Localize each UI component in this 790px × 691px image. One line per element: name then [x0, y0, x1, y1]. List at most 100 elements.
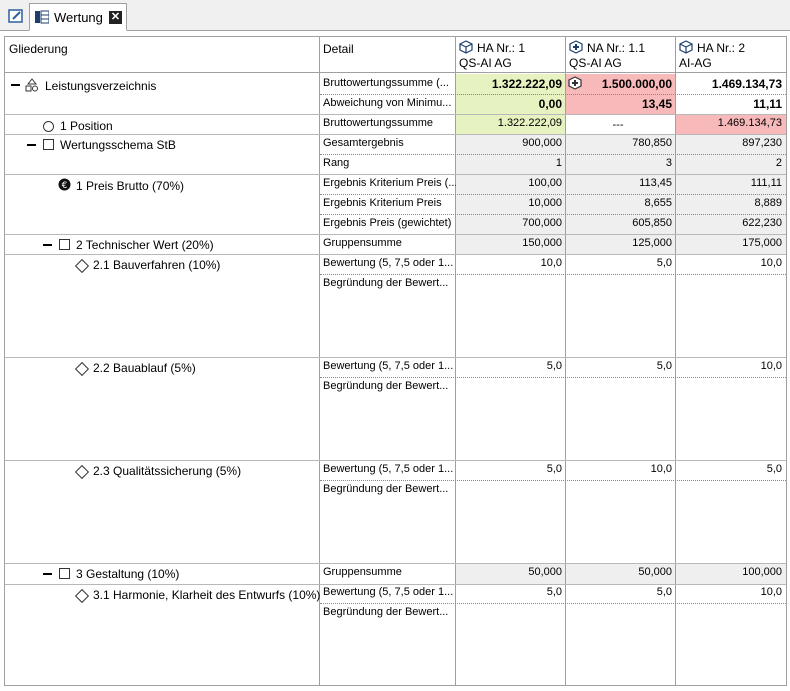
row-divider	[5, 584, 786, 585]
collapse-icon[interactable]	[43, 244, 52, 246]
bidder-name: QS-AI AG	[569, 56, 622, 70]
value-cell-harmonie[interactable]: 5,0	[456, 586, 562, 598]
value-cell-bauverf[interactable]: 10,0	[456, 257, 562, 269]
sub-divider	[320, 480, 786, 481]
bidder-number: HA Nr.: 2	[697, 41, 746, 55]
value-cell-techn-gruppe[interactable]: 150,000	[456, 237, 562, 249]
value-cell-lv-abw[interactable]: 13,45	[566, 97, 672, 111]
sub-divider	[320, 274, 786, 275]
value-cell-quali[interactable]: 10,0	[566, 463, 672, 475]
value-cell-krit[interactable]: 8,655	[566, 197, 672, 209]
edit-view-icon[interactable]	[8, 8, 24, 24]
value-cell-rang[interactable]: 2	[676, 157, 782, 169]
close-icon[interactable]: ✕	[109, 11, 122, 24]
value-cell-krit[interactable]: 10,000	[456, 197, 562, 209]
collapse-icon[interactable]	[11, 84, 20, 86]
sub-divider	[320, 154, 786, 155]
tree-item-leistungsverzeichnis[interactable]: Leistungsverzeichnis	[45, 79, 156, 93]
group-icon	[59, 239, 70, 250]
criterion-icon	[74, 361, 90, 377]
sub-divider	[320, 603, 786, 604]
value-cell-rang[interactable]: 1	[456, 157, 562, 169]
value-cell-bauabl[interactable]: 10,0	[676, 360, 782, 372]
value-cell-pos-bws[interactable]: ---	[564, 119, 672, 131]
value-cell-lv-bws[interactable]: 1.322.222,09	[456, 77, 562, 91]
row-divider	[5, 460, 786, 461]
value-cell-quali[interactable]: 5,0	[676, 463, 782, 475]
value-cell-bauabl[interactable]: 5,0	[456, 360, 562, 372]
tree-item-harmonie[interactable]: 3.1 Harmonie, Klarheit des Entwurfs (10%…	[93, 588, 320, 602]
collapse-icon[interactable]	[43, 573, 52, 575]
bidder-number: NA Nr.: 1.1	[587, 41, 646, 55]
value-cell-gesamt[interactable]: 900,000	[456, 137, 562, 149]
criterion-icon	[74, 588, 90, 604]
value-cell-krit-pct[interactable]: 113,45	[566, 177, 672, 189]
euro-icon: €	[58, 178, 71, 191]
tree-item-gestaltung[interactable]: 3 Gestaltung (10%)	[76, 567, 179, 581]
tree-item-qualitaetssicherung[interactable]: 2.3 Qualitätssicherung (5%)	[93, 464, 241, 478]
column-header-bidder-2[interactable]: NA Nr.: 1.1 QS-AI AG	[566, 37, 676, 73]
value-cell-preis-gew[interactable]: 700,000	[456, 217, 562, 229]
table-columns-icon	[35, 10, 49, 24]
detail-label: Bewertung (5, 7,5 oder 1...	[323, 463, 454, 475]
tree-item-wertungsschema[interactable]: Wertungsschema StB	[60, 138, 176, 152]
detail-label: Ergebnis Kriterium Preis	[323, 197, 442, 209]
column-header-bidder-1[interactable]: HA Nr.: 1 QS-AI AG	[456, 37, 566, 73]
bidder-name: QS-AI AG	[459, 56, 512, 70]
detail-label: Ergebnis Preis (gewichtet)	[323, 217, 452, 229]
column-header-gliederung[interactable]: Gliederung	[9, 42, 68, 56]
criterion-icon	[74, 464, 90, 480]
tree-item-bauverfahren[interactable]: 2.1 Bauverfahren (10%)	[93, 258, 220, 272]
value-cell-krit-pct[interactable]: 100,00	[456, 177, 562, 189]
value-cell-harmonie[interactable]: 5,0	[566, 586, 672, 598]
value-cell-gestalt-gruppe[interactable]: 50,000	[456, 566, 562, 578]
tree-item-bauablauf[interactable]: 2.2 Bauablauf (5%)	[93, 361, 196, 375]
collapse-icon[interactable]	[27, 144, 36, 146]
value-cell-pos-bws[interactable]: 1.322.222,09	[456, 117, 562, 129]
criterion-icon	[74, 258, 90, 274]
detail-label: Ergebnis Kriterium Preis (...	[323, 177, 456, 189]
value-cell-preis-gew[interactable]: 605,850	[566, 217, 672, 229]
value-cell-pos-bws[interactable]: 1.469.134,73	[676, 117, 782, 129]
value-cell-gestalt-gruppe[interactable]: 50,000	[566, 566, 672, 578]
value-cell-krit-pct[interactable]: 111,11	[676, 177, 782, 189]
row-divider	[5, 563, 786, 564]
detail-label: Begründung der Bewert...	[323, 606, 449, 618]
value-cell-lv-bws[interactable]: 1.500.000,00	[566, 77, 672, 91]
value-cell-techn-gruppe[interactable]: 125,000	[566, 237, 672, 249]
detail-label: Gruppensumme	[323, 566, 402, 578]
sub-divider	[320, 194, 786, 195]
column-header-bidder-3[interactable]: HA Nr.: 2 AI-AG	[676, 37, 786, 73]
tab-bar: Wertung ✕	[0, 0, 790, 31]
sub-divider	[320, 94, 786, 95]
row-divider	[5, 357, 786, 358]
value-cell-bauverf[interactable]: 5,0	[566, 257, 672, 269]
value-cell-krit[interactable]: 8,889	[676, 197, 782, 209]
value-cell-bauabl[interactable]: 5,0	[566, 360, 672, 372]
tree-item-technischer-wert[interactable]: 2 Technischer Wert (20%)	[76, 238, 214, 252]
value-cell-gesamt[interactable]: 897,230	[676, 137, 782, 149]
value-cell-rang[interactable]: 3	[566, 157, 672, 169]
value-cell-lv-bws[interactable]: 1.469.134,73	[676, 77, 782, 91]
value-cell-techn-gruppe[interactable]: 175,000	[676, 237, 782, 249]
tab-wertung[interactable]: Wertung ✕	[29, 3, 127, 31]
column-header-detail[interactable]: Detail	[323, 42, 354, 56]
value-cell-bauverf[interactable]: 10,0	[676, 257, 782, 269]
row-divider	[5, 134, 786, 135]
value-cell-gesamt[interactable]: 780,850	[566, 137, 672, 149]
value-cell-gestalt-gruppe[interactable]: 100,000	[676, 566, 782, 578]
value-cell-preis-gew[interactable]: 622,230	[676, 217, 782, 229]
value-cell-harmonie[interactable]: 10,0	[676, 586, 782, 598]
value-cell-quali[interactable]: 5,0	[456, 463, 562, 475]
evaluation-grid: Gliederung Detail HA Nr.: 1 QS-AI AG NA …	[4, 36, 787, 686]
tree-item-preis[interactable]: 1 Preis Brutto (70%)	[76, 179, 184, 193]
bidder-number: HA Nr.: 1	[477, 41, 526, 55]
value-cell-lv-abw[interactable]: 0,00	[456, 97, 562, 111]
tree-item-position[interactable]: 1 Position	[60, 119, 113, 133]
cube-plus-icon	[569, 40, 583, 54]
detail-label: Begründung der Bewert...	[323, 380, 449, 392]
detail-label: Begründung der Bewert...	[323, 483, 449, 495]
value-cell-lv-abw[interactable]: 11,11	[676, 97, 782, 111]
group-icon	[43, 139, 54, 150]
tab-label: Wertung	[54, 10, 103, 25]
